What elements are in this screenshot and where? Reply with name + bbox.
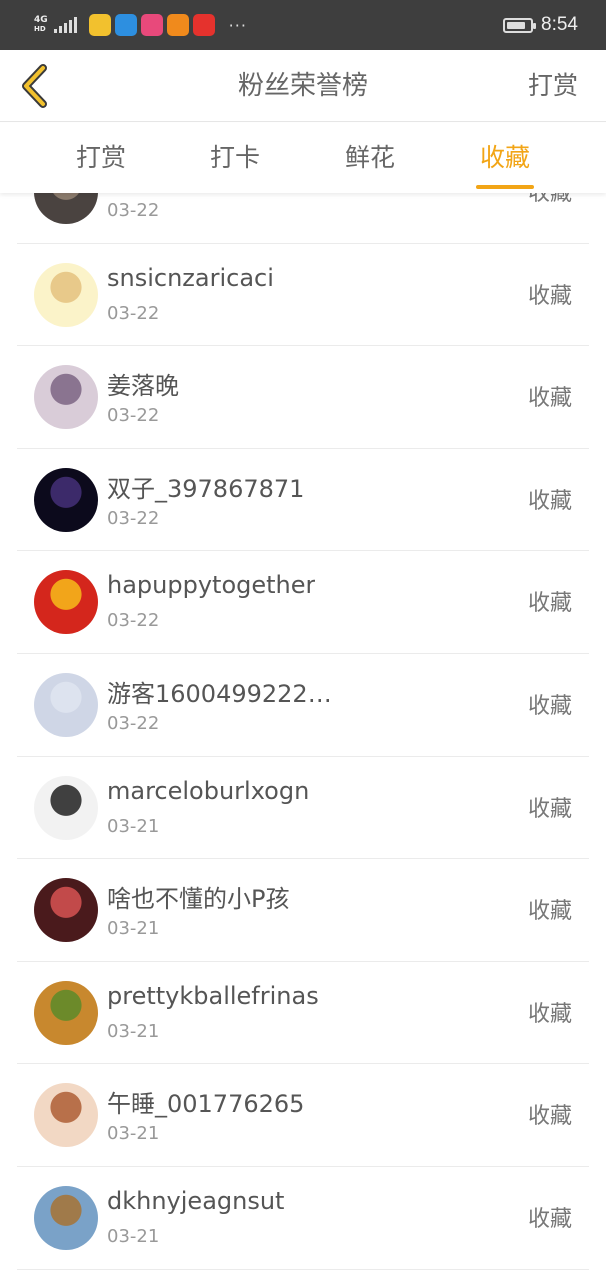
avatar[interactable] xyxy=(34,878,98,943)
network-sub: HD xyxy=(34,25,46,33)
tab-reward[interactable]: 打赏 xyxy=(46,123,156,193)
notification-icons xyxy=(88,14,219,36)
network-indicator: 4G HD xyxy=(34,16,48,34)
tab-checkin[interactable]: 打卡 xyxy=(180,123,290,193)
avatar[interactable] xyxy=(34,672,98,737)
fan-action-label: 收藏 xyxy=(527,796,572,822)
title-bar: 粉丝荣誉榜 打赏 xyxy=(0,50,606,122)
fan-name: 游客1600499222… xyxy=(107,679,332,708)
fan-action-label: 收藏 xyxy=(527,1206,572,1232)
clock: 8:54 xyxy=(541,14,578,35)
status-left: 4G HD ··· xyxy=(34,14,247,36)
app-icon-blue xyxy=(114,14,137,36)
fan-row[interactable]: 姜落晚 03-22 收藏 xyxy=(17,346,589,449)
avatar[interactable] xyxy=(34,193,98,224)
fan-row[interactable]: hapuppytogether 03-22 收藏 xyxy=(17,551,589,654)
fan-name: 姜落晚 xyxy=(107,372,179,401)
avatar[interactable] xyxy=(34,570,98,635)
fan-action-label: 收藏 xyxy=(527,386,572,412)
fan-date: 03-22 xyxy=(107,712,160,734)
tab-bar: 打赏 打卡 鲜花 收藏 xyxy=(0,123,606,193)
fan-action-label: 收藏 xyxy=(527,693,572,719)
avatar[interactable] xyxy=(34,365,98,430)
page-title: 粉丝荣誉榜 xyxy=(237,71,368,101)
fan-date: 03-22 xyxy=(107,200,160,221)
avatar[interactable] xyxy=(34,262,98,327)
fan-action-label: 收藏 xyxy=(527,488,572,514)
network-type: 4G xyxy=(34,15,48,25)
fan-action-label: 收藏 xyxy=(527,283,572,309)
fan-date: 03-21 xyxy=(107,815,160,837)
fan-date: 03-21 xyxy=(107,1020,160,1042)
fan-row[interactable]: prettykballefrinas 03-21 收藏 xyxy=(17,962,589,1065)
fan-action-label: 收藏 xyxy=(527,1104,572,1130)
avatar[interactable] xyxy=(34,775,98,840)
fan-row[interactable]: 双子_397867871 03-22 收藏 xyxy=(17,449,589,552)
fan-name: 午睡_001776265 xyxy=(107,1090,305,1119)
fan-name: 啥也不懂的小P孩 xyxy=(107,885,290,914)
fan-row[interactable]: 啥也不懂的小P孩 03-21 收藏 xyxy=(17,859,589,962)
fan-row[interactable]: 陆王杰 03-22 收藏 xyxy=(17,193,589,244)
fan-list[interactable]: 陆王杰03-22收藏snsicnzaricaci03-22收藏姜落晚03-22收… xyxy=(0,193,606,1280)
avatar[interactable] xyxy=(34,1083,98,1148)
fan-name: snsicnzaricaci xyxy=(107,263,274,292)
avatar[interactable] xyxy=(34,1185,98,1250)
fan-list-content: 陆王杰03-22收藏snsicnzaricaci03-22收藏姜落晚03-22收… xyxy=(0,193,606,1270)
status-bar: 4G HD ··· 8:54 xyxy=(0,0,606,50)
battery-icon xyxy=(503,17,537,33)
avatar[interactable] xyxy=(34,467,98,532)
fan-date: 03-22 xyxy=(107,405,160,427)
reward-button[interactable]: 打赏 xyxy=(528,50,578,122)
fan-date: 03-22 xyxy=(107,302,160,324)
fan-date: 03-22 xyxy=(107,507,160,529)
app-icon-pink xyxy=(140,14,163,36)
fan-row[interactable]: 午睡_001776265 03-21 收藏 xyxy=(17,1064,589,1167)
fan-action-label: 收藏 xyxy=(527,193,572,206)
fan-date: 03-21 xyxy=(107,1225,160,1247)
back-button[interactable] xyxy=(10,60,60,112)
fan-name: dkhnyjeagnsut xyxy=(107,1186,285,1215)
fan-row[interactable]: dkhnyjeagnsut 03-21 收藏 xyxy=(17,1167,589,1270)
fan-action-label: 收藏 xyxy=(527,1001,572,1027)
fan-date: 03-21 xyxy=(107,918,160,940)
app-icon-orange xyxy=(166,14,189,36)
chevron-left-icon xyxy=(22,64,47,108)
fan-row[interactable]: marceloburlxogn 03-21 收藏 xyxy=(17,757,589,860)
fan-row[interactable]: snsicnzaricaci 03-22 收藏 xyxy=(17,244,589,347)
fan-name: hapuppytogether xyxy=(107,571,316,600)
fan-name: prettykballefrinas xyxy=(107,981,319,1010)
tab-flowers[interactable]: 鲜花 xyxy=(315,123,425,193)
signal-icon xyxy=(53,17,77,33)
fan-row[interactable]: 游客1600499222… 03-22 收藏 xyxy=(17,654,589,757)
fan-date: 03-22 xyxy=(107,610,160,632)
app-icon-yellow xyxy=(88,14,111,36)
fan-date: 03-21 xyxy=(107,1123,160,1145)
fan-name: marceloburlxogn xyxy=(107,776,310,805)
fan-action-label: 收藏 xyxy=(527,591,572,617)
status-right: 8:54 xyxy=(503,14,578,36)
fan-action-label: 收藏 xyxy=(527,899,572,925)
more-notifications-icon: ··· xyxy=(228,15,247,35)
avatar[interactable] xyxy=(34,980,98,1045)
tab-favorites[interactable]: 收藏 xyxy=(450,123,560,193)
fan-name: 双子_397867871 xyxy=(107,474,305,503)
fan-name: 陆王杰 xyxy=(107,193,179,196)
app-icon-red xyxy=(192,14,215,36)
